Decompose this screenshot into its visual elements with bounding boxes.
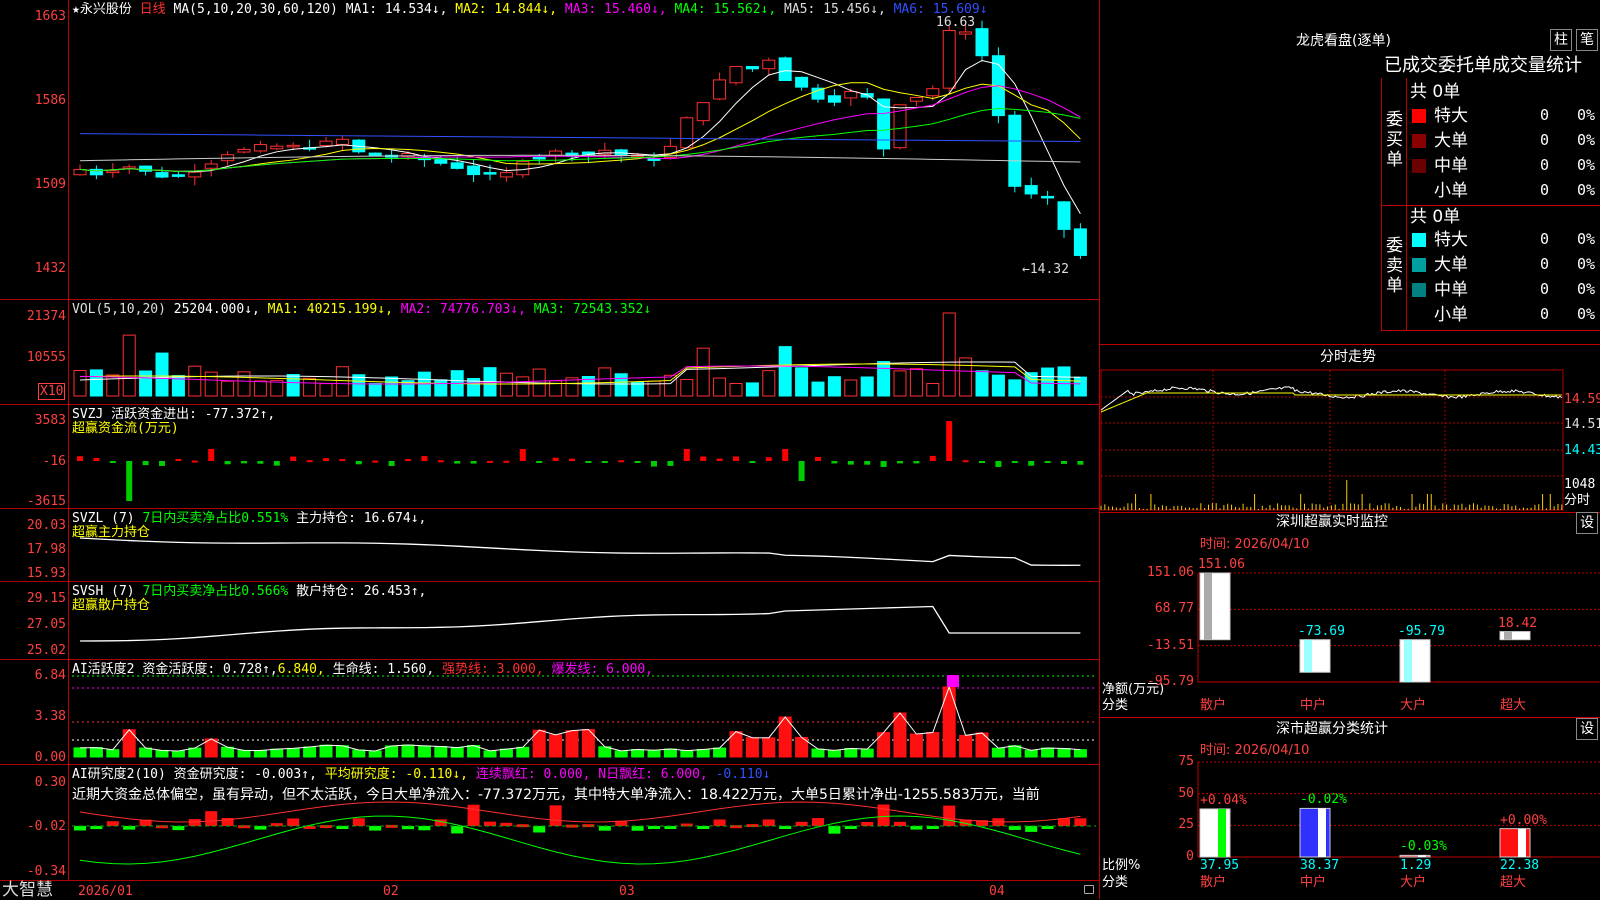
sz-monitor-bar-shade <box>1504 631 1512 640</box>
sz-class-bar-shade <box>1318 808 1326 857</box>
sz-class-bar-shade <box>1218 808 1226 857</box>
sz-class-bar-shade <box>1418 855 1426 857</box>
sz-monitor-bar-shade <box>1304 639 1312 673</box>
sz-monitor-bar-shade <box>1204 573 1212 640</box>
sz-monitor-bar-shade <box>1404 639 1412 682</box>
sz-class-bar-shade <box>1518 828 1526 857</box>
sz-bar-charts <box>1197 572 1600 858</box>
